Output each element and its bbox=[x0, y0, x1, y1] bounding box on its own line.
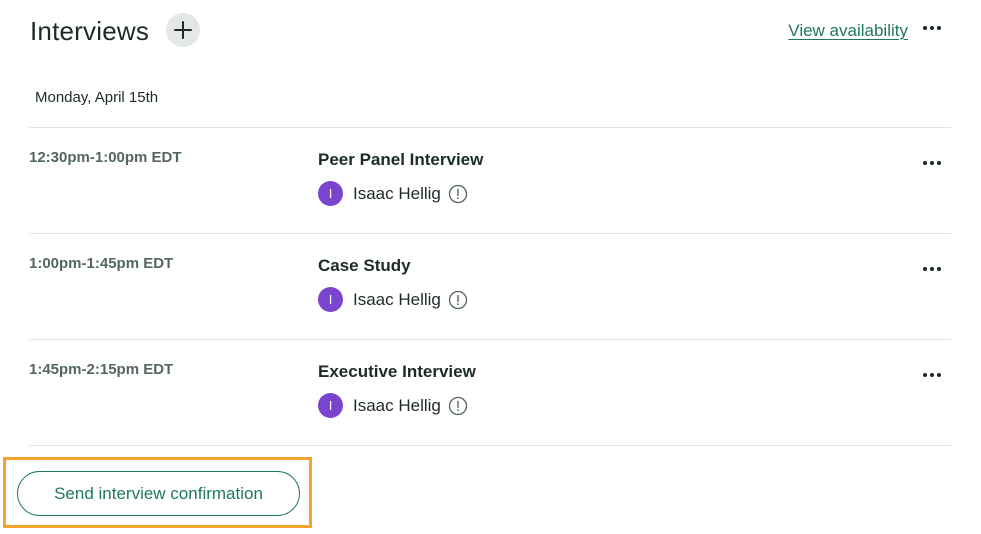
interview-row: 1:45pm-2:15pm EDT Executive Interview I … bbox=[29, 339, 951, 446]
interview-time: 12:30pm-1:00pm EDT bbox=[29, 149, 182, 166]
info-icon[interactable] bbox=[448, 290, 468, 310]
send-interview-confirmation-button[interactable]: Send interview confirmation bbox=[17, 471, 300, 516]
plus-icon bbox=[174, 21, 192, 39]
interview-row: 1:00pm-1:45pm EDT Case Study I Isaac Hel… bbox=[29, 233, 951, 339]
interviewer: I Isaac Hellig bbox=[318, 181, 468, 206]
interview-time: 1:00pm-1:45pm EDT bbox=[29, 255, 174, 272]
interviewer: I Isaac Hellig bbox=[318, 287, 468, 312]
interview-time: 1:45pm-2:15pm EDT bbox=[29, 361, 174, 378]
interviewer-name: Isaac Hellig bbox=[353, 289, 441, 309]
interview-list: 12:30pm-1:00pm EDT Peer Panel Interview … bbox=[29, 127, 951, 446]
more-horizontal-icon[interactable] bbox=[921, 19, 943, 37]
page-title: Interviews bbox=[30, 16, 150, 46]
interview-row: 12:30pm-1:00pm EDT Peer Panel Interview … bbox=[29, 127, 951, 233]
interviews-header: Interviews View availability bbox=[30, 12, 951, 52]
info-icon[interactable] bbox=[448, 184, 468, 204]
interviewer: I Isaac Hellig bbox=[318, 393, 468, 418]
interviewer-name: Isaac Hellig bbox=[353, 183, 441, 203]
more-horizontal-icon[interactable] bbox=[921, 154, 943, 172]
view-availability-link[interactable]: View availability bbox=[788, 21, 908, 41]
interview-title[interactable]: Executive Interview bbox=[318, 362, 476, 382]
more-horizontal-icon[interactable] bbox=[921, 366, 943, 384]
more-horizontal-icon[interactable] bbox=[921, 260, 943, 278]
avatar: I bbox=[318, 181, 343, 206]
add-interview-button[interactable] bbox=[166, 13, 200, 47]
avatar: I bbox=[318, 393, 343, 418]
date-heading: Monday, April 15th bbox=[35, 89, 159, 106]
interviewer-name: Isaac Hellig bbox=[353, 395, 441, 415]
interview-title[interactable]: Case Study bbox=[318, 256, 411, 276]
info-icon[interactable] bbox=[448, 396, 468, 416]
avatar: I bbox=[318, 287, 343, 312]
interview-title[interactable]: Peer Panel Interview bbox=[318, 150, 483, 170]
